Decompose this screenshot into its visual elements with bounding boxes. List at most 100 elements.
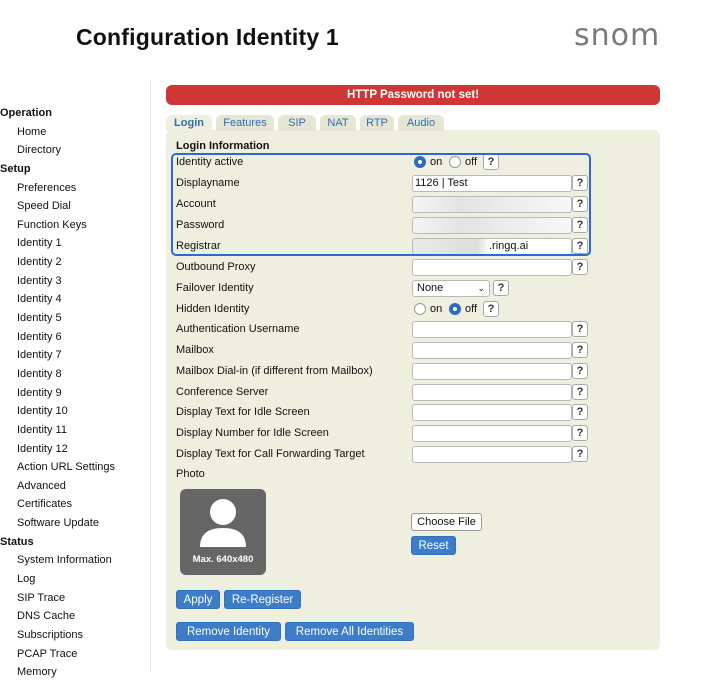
identity-active-help-icon[interactable]: ? [483,154,499,170]
mailbox-dialin-input[interactable] [412,363,572,380]
displayname-help-icon[interactable]: ? [572,175,588,191]
hidden-identity-off-radio[interactable] [449,303,461,315]
conference-server-label: Conference Server [176,386,269,398]
nav-item-preferences[interactable]: Preferences [0,179,150,198]
identity-active-off-radio[interactable] [449,156,461,168]
cfwd-text-input[interactable] [412,446,572,463]
sidebar-nav: Operation Home Directory Setup Preferenc… [0,104,150,682]
reset-button[interactable]: Reset [411,536,456,555]
tab-audio[interactable]: Audio [398,115,444,131]
sidebar-divider [150,80,151,672]
nav-item-identity-2[interactable]: Identity 2 [0,253,150,272]
nav-item-identity-3[interactable]: Identity 3 [0,272,150,291]
nav-section-operation: Operation [0,107,52,119]
hidden-identity-on-radio[interactable] [414,303,426,315]
nav-item-function-keys[interactable]: Function Keys [0,216,150,235]
conference-server-input[interactable] [412,384,572,401]
nav-item-pcap-trace[interactable]: PCAP Trace [0,645,150,664]
nav-item-software-update[interactable]: Software Update [0,514,150,533]
idle-text-input[interactable] [412,404,572,421]
apply-button[interactable]: Apply [176,590,220,609]
tab-login[interactable]: Login [166,115,212,131]
password-help-icon[interactable]: ? [572,217,588,233]
nav-item-action-url-settings[interactable]: Action URL Settings [0,458,150,477]
nav-item-identity-1[interactable]: Identity 1 [0,234,150,253]
tab-rtp[interactable]: RTP [360,115,394,131]
tab-features[interactable]: Features [216,115,274,131]
nav-item-identity-12[interactable]: Identity 12 [0,440,150,459]
hidden-identity-off-label: off [465,303,478,315]
nav-item-system-information[interactable]: System Information [0,551,150,570]
reregister-button[interactable]: Re-Register [224,590,301,609]
displayname-input[interactable]: 1126 | Test [412,175,572,192]
mailbox-label: Mailbox [176,344,214,356]
identity-active-on-label: on [430,156,443,168]
nav-item-directory[interactable]: Directory [0,141,150,160]
displayname-label: Displayname [176,177,240,189]
login-information-heading: Login Information [176,140,270,152]
failover-identity-value: None [417,282,444,294]
failover-identity-help-icon[interactable]: ? [493,280,509,296]
remove-identity-button[interactable]: Remove Identity [176,622,281,641]
nav-item-identity-4[interactable]: Identity 4 [0,290,150,309]
idle-text-help-icon[interactable]: ? [572,404,588,420]
nav-item-identity-8[interactable]: Identity 8 [0,365,150,384]
nav-item-dns-cache[interactable]: DNS Cache [0,607,150,626]
nav-item-memory[interactable]: Memory [0,663,150,682]
nav-item-speed-dial[interactable]: Speed Dial [0,197,150,216]
outbound-proxy-input[interactable] [412,259,572,276]
auth-username-input[interactable] [412,321,572,338]
nav-item-identity-10[interactable]: Identity 10 [0,402,150,421]
failover-identity-select[interactable]: None ⌄ [412,280,490,297]
nav-item-identity-11[interactable]: Identity 11 [0,421,150,440]
nav-item-subscriptions[interactable]: Subscriptions [0,626,150,645]
nav-item-identity-9[interactable]: Identity 9 [0,384,150,403]
nav-item-advanced[interactable]: Advanced [0,477,150,496]
idle-number-help-icon[interactable]: ? [572,425,588,441]
idle-number-label: Display Number for Idle Screen [176,427,329,439]
account-label: Account [176,198,216,210]
identity-active-on-radio[interactable] [414,156,426,168]
nav-item-identity-6[interactable]: Identity 6 [0,328,150,347]
nav-item-sip-trace[interactable]: SIP Trace [0,589,150,608]
identity-active-off-label: off [465,156,478,168]
account-input[interactable] [412,196,572,213]
cfwd-text-label: Display Text for Call Forwarding Target [176,448,365,460]
choose-file-button[interactable]: Choose File [411,513,482,531]
tab-sip[interactable]: SIP [278,115,316,131]
hidden-identity-help-icon[interactable]: ? [483,301,499,317]
account-help-icon[interactable]: ? [572,196,588,212]
nav-section-setup: Setup [0,162,31,175]
outbound-proxy-label: Outbound Proxy [176,261,256,273]
mailbox-dialin-help-icon[interactable]: ? [572,363,588,379]
page-title: Configuration Identity 1 [76,24,339,50]
auth-username-help-icon[interactable]: ? [572,321,588,337]
idle-number-input[interactable] [412,425,572,442]
hidden-identity-on-label: on [430,303,443,315]
outbound-proxy-help-icon[interactable]: ? [572,259,588,275]
mailbox-input[interactable] [412,342,572,359]
snom-logo: snom [574,18,661,53]
mailbox-help-icon[interactable]: ? [572,342,588,358]
hidden-identity-label: Hidden Identity [176,303,250,315]
nav-item-identity-5[interactable]: Identity 5 [0,309,150,328]
registrar-label: Registrar [176,240,221,252]
registrar-help-icon[interactable]: ? [572,238,588,254]
password-input[interactable] [412,217,572,234]
nav-section-status: Status [0,535,34,548]
nav-item-log[interactable]: Log [0,570,150,589]
auth-username-label: Authentication Username [176,323,300,335]
photo-label: Photo [176,468,205,480]
nav-item-certificates[interactable]: Certificates [0,495,150,514]
photo-placeholder: Max. 640x480 [180,489,266,575]
cfwd-text-help-icon[interactable]: ? [572,446,588,462]
conference-server-help-icon[interactable]: ? [572,384,588,400]
failover-identity-label: Failover Identity [176,282,254,294]
nav-item-identity-7[interactable]: Identity 7 [0,346,150,365]
chevron-down-icon: ⌄ [477,283,485,293]
identity-active-label: Identity active [176,156,244,168]
nav-item-home[interactable]: Home [0,123,150,142]
registrar-input[interactable]: .ringq.ai [412,238,572,255]
remove-all-identities-button[interactable]: Remove All Identities [285,622,414,641]
tab-nat[interactable]: NAT [320,115,356,131]
